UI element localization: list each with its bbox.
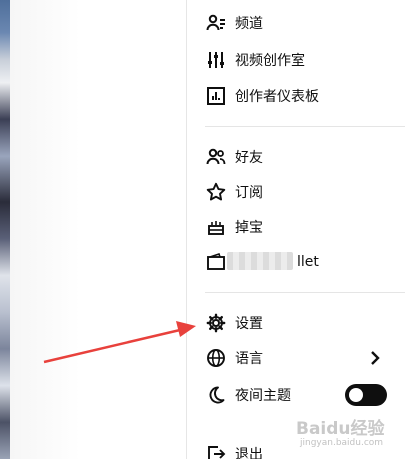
menu-item-studio[interactable]: 视频创作室 [205,46,395,74]
globe-icon [205,347,227,369]
menu-item-label: 夜间主题 [235,388,291,404]
night-theme-toggle[interactable] [345,384,387,406]
redacted-text [227,252,293,270]
menu-item-dashboard[interactable]: 创作者仪表板 [205,82,395,110]
menu-item-settings[interactable]: 设置 [205,309,395,337]
background-fade [10,0,186,459]
baidu-watermark: Baidu经验 jingyan.baidu.com [296,414,406,454]
moon-icon [205,384,227,406]
channel-icon [205,12,227,34]
dashboard-icon [205,85,227,107]
menu-divider [205,126,405,127]
menu-item-subscriptions[interactable]: 订阅 [205,178,395,206]
menu-item-label: 退出 [235,447,263,459]
menu-item-label: llet [297,254,319,270]
gear-icon [205,312,227,334]
menu-item-label: 频道 [235,16,263,32]
menu-divider [205,292,405,293]
studio-sliders-icon [205,49,227,71]
menu-item-label: 视频创作室 [235,53,305,69]
toggle-knob [349,388,363,402]
menu-item-label: 好友 [235,150,263,166]
friends-icon [205,146,227,168]
menu-item-drops[interactable]: 掉宝 [205,213,395,241]
menu-item-channel[interactable]: 频道 [205,9,395,37]
watermark-brand: Baidu经验 [296,419,385,439]
star-icon [205,181,227,203]
watermark-site: jingyan.baidu.com [300,438,384,448]
user-dropdown-menu: 频道 视频创作室 创作者仪表板 好友 订阅 掉宝 llet 设置 语言 夜间主题… [186,0,412,459]
menu-item-label: 订阅 [235,185,263,201]
wallet-icon [205,251,227,273]
menu-item-label: 设置 [235,316,263,332]
logout-icon [205,443,227,459]
menu-item-label: 掉宝 [235,220,263,236]
menu-item-friends[interactable]: 好友 [205,143,395,171]
background-photo [0,0,186,459]
menu-item-label: 创作者仪表板 [235,89,319,105]
background-photo-strip [0,0,10,459]
menu-item-label: 语言 [235,351,263,367]
gift-icon [205,216,227,238]
chevron-right-icon [371,351,380,365]
